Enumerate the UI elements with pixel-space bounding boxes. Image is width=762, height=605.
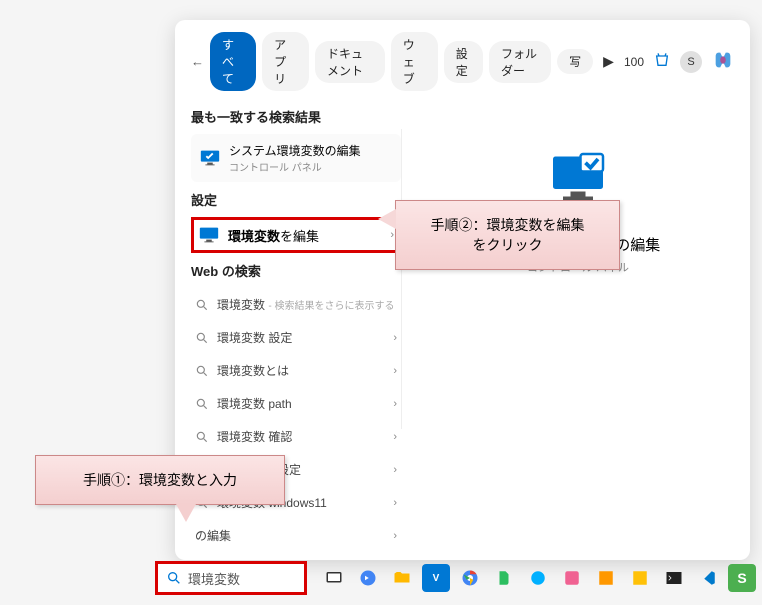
taskbar-icon-app6[interactable]: S <box>728 564 756 592</box>
taskbar-icon-task-view[interactable] <box>320 564 348 592</box>
tab-settings[interactable]: 設定 <box>444 41 483 83</box>
edit-env-vars-label: 環境変数を編集 <box>228 226 319 245</box>
taskbar-icon-app4[interactable] <box>592 564 620 592</box>
tab-photos[interactable]: 写 <box>557 49 593 74</box>
web-result-3[interactable]: 環境変数 path› <box>191 387 401 420</box>
tab-apps[interactable]: アプリ <box>262 32 309 91</box>
chevron-right-icon: › <box>393 530 397 542</box>
user-avatar[interactable]: S <box>680 51 702 73</box>
search-input-value: 環境変数 <box>188 569 240 588</box>
chevron-right-icon: › <box>393 332 397 344</box>
section-settings: 設定 <box>191 190 401 209</box>
annotation-step1: 手順①：環境変数と入力 <box>35 455 285 505</box>
taskbar-icon-evernote[interactable] <box>490 564 518 592</box>
tab-documents[interactable]: ドキュメント <box>315 41 385 83</box>
tab-folders[interactable]: フォルダー <box>489 41 551 83</box>
best-match-sub: コントロール パネル <box>229 159 361 174</box>
section-best-match: 最も一致する検索結果 <box>191 107 401 126</box>
search-icon <box>195 430 209 444</box>
web-result-0[interactable]: 環境変数 - 検索結果をさらに表示する <box>191 288 401 321</box>
taskbar-icon-meet[interactable] <box>354 564 382 592</box>
section-web: Web の検索 <box>191 261 401 280</box>
rewards-points[interactable]: 100 <box>624 55 644 69</box>
chevron-right-icon: › <box>393 398 397 410</box>
chevron-right-icon: › <box>393 365 397 377</box>
taskbar-icon-vscode[interactable] <box>694 564 722 592</box>
web-result-8[interactable]: windows10› <box>191 552 401 560</box>
annotation-step2: 手順②：環境変数を編集 をクリック <box>395 200 620 270</box>
best-match-item[interactable]: システム環境変数の編集 コントロール パネル <box>191 134 401 182</box>
taskbar-search-box[interactable]: 環境変数 <box>155 561 307 595</box>
search-icon <box>195 331 209 345</box>
taskbar: V S <box>320 561 762 595</box>
taskbar-icon-app5[interactable] <box>626 564 654 592</box>
taskbar-icon-chrome[interactable] <box>456 564 484 592</box>
best-match-title: システム環境変数の編集 <box>229 142 361 159</box>
chevron-right-icon: › <box>393 497 397 509</box>
tab-all[interactable]: すべて <box>210 32 256 91</box>
web-result-4[interactable]: 環境変数 確認› <box>191 420 401 453</box>
search-icon <box>195 298 209 312</box>
web-result-1[interactable]: 環境変数 設定› <box>191 321 401 354</box>
search-icon <box>166 570 182 586</box>
monitor-check-icon <box>199 147 221 169</box>
taskbar-icon-app1[interactable]: V <box>422 564 450 592</box>
taskbar-icon-app2[interactable] <box>524 564 552 592</box>
chevron-right-icon: › <box>393 431 397 443</box>
chevron-right-icon: › <box>390 229 394 241</box>
taskbar-icon-explorer[interactable] <box>388 564 416 592</box>
taskbar-icon-app3[interactable] <box>558 564 586 592</box>
tab-web[interactable]: ウェブ <box>391 32 438 91</box>
chevron-right-icon: › <box>393 464 397 476</box>
edit-env-vars-item[interactable]: 環境変数を編集 › <box>191 217 401 253</box>
back-button[interactable]: ← <box>191 54 204 69</box>
top-filter-bar: ← すべて アプリ ドキュメント ウェブ 設定 フォルダー 写 ▶ 100 S <box>175 20 750 99</box>
web-result-2[interactable]: 環境変数とは› <box>191 354 401 387</box>
taskbar-icon-terminal[interactable] <box>660 564 688 592</box>
rewards-icon[interactable] <box>654 52 670 71</box>
preview-pane: システム環境変数の編集 コントロール パネル <box>401 129 734 429</box>
more-tabs-button[interactable]: ▶ <box>599 53 618 70</box>
web-result-7[interactable]: の編集› <box>191 519 401 552</box>
copilot-icon[interactable] <box>712 49 734 74</box>
monitor-icon <box>198 224 220 246</box>
search-icon <box>195 397 209 411</box>
search-icon <box>195 364 209 378</box>
